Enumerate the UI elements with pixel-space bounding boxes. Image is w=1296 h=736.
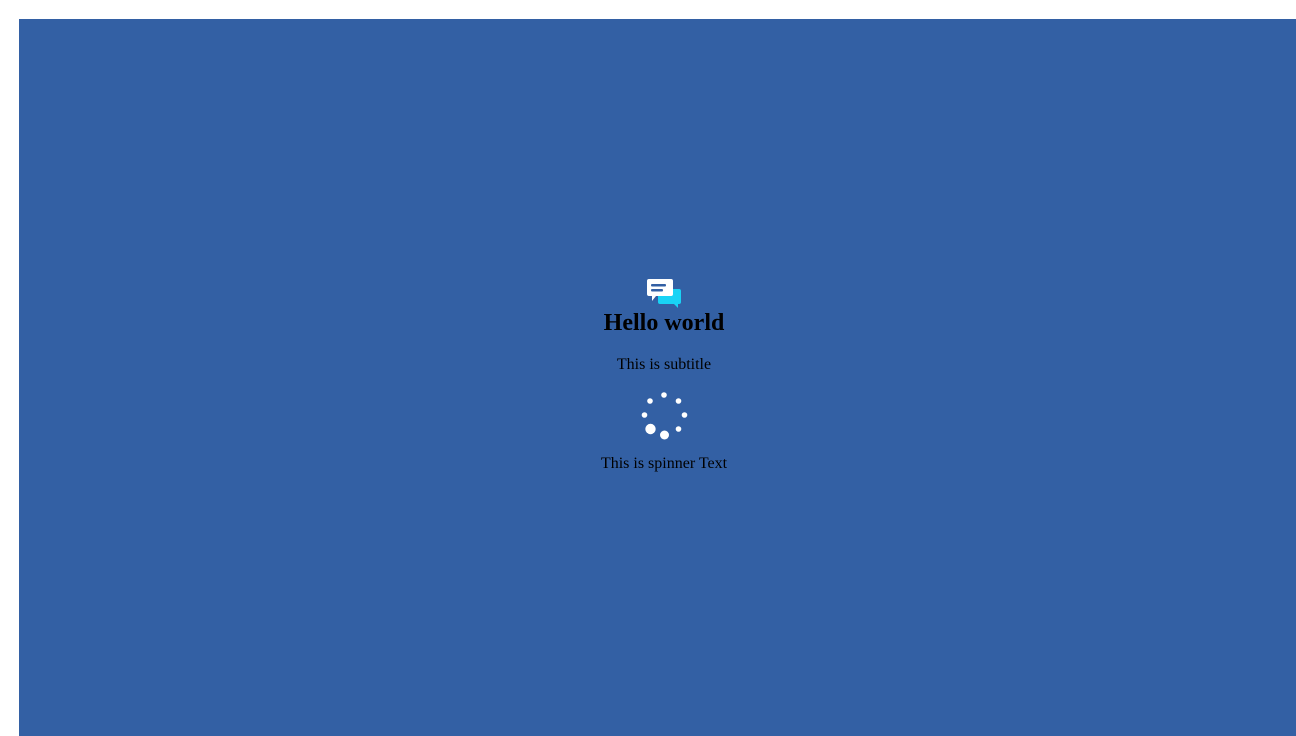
page-subtitle: This is subtitle <box>616 356 712 373</box>
spinner-text: This is spinner Text <box>600 455 728 472</box>
splash-content: Hello world This is subtitle This is spi… <box>19 19 1296 736</box>
chat-bubbles-icon <box>647 279 681 308</box>
loading-spinner-icon <box>641 392 688 440</box>
page-title: Hello world <box>603 310 725 336</box>
splash-screen: Hello world This is subtitle This is spi… <box>19 19 1296 736</box>
